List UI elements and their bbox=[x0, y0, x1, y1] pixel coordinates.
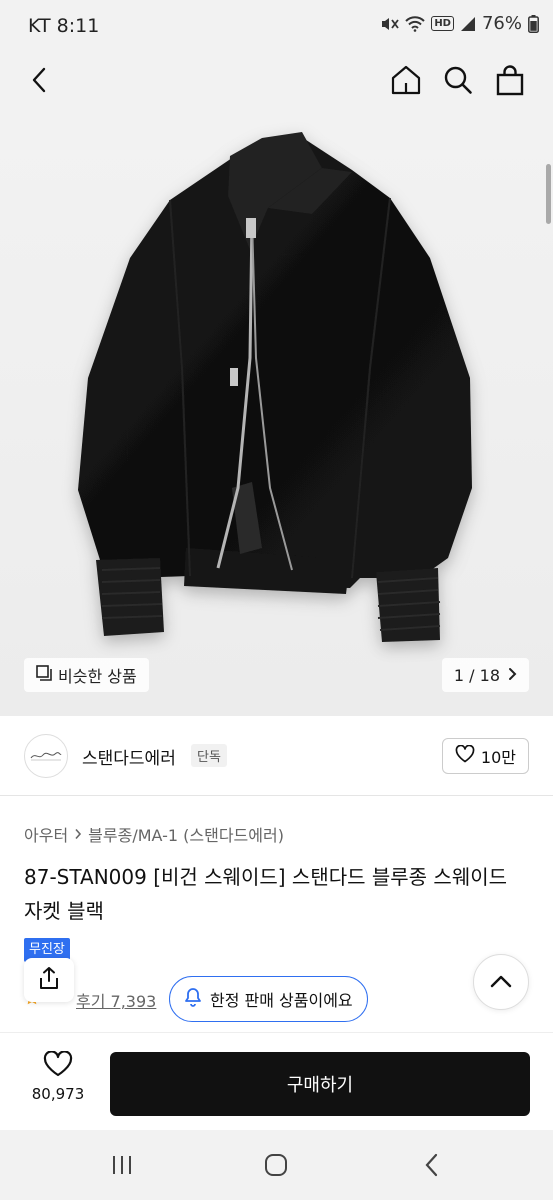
system-back-icon[interactable] bbox=[412, 1150, 452, 1180]
mute-vibrate-icon bbox=[379, 15, 400, 33]
cart-icon[interactable] bbox=[490, 60, 530, 100]
image-counter: 1 / 18 bbox=[453, 665, 500, 685]
share-button[interactable] bbox=[24, 958, 74, 1002]
system-nav-bar bbox=[0, 1130, 553, 1200]
status-bar: KT 8:11 HD 76% bbox=[0, 0, 553, 52]
top-nav bbox=[0, 52, 553, 108]
bell-icon bbox=[184, 987, 202, 1011]
carrier-time: KT 8:11 bbox=[28, 15, 100, 37]
breadcrumb-subcategory[interactable]: 블루종/MA-1 (스탠다드에러) bbox=[88, 822, 284, 846]
similar-products-button[interactable]: 비슷한 상품 bbox=[24, 658, 149, 692]
home-button-icon[interactable] bbox=[256, 1150, 296, 1180]
search-icon[interactable] bbox=[438, 60, 478, 100]
brand-like-button[interactable]: 10만 bbox=[441, 738, 529, 774]
heart-icon bbox=[43, 1050, 73, 1081]
scrollbar[interactable] bbox=[546, 164, 551, 224]
chevron-right-icon bbox=[508, 666, 517, 685]
similar-products-label: 비슷한 상품 bbox=[58, 667, 137, 686]
exclusive-tag: 단독 bbox=[191, 744, 227, 767]
wishlist-button[interactable]: 80,973 bbox=[22, 1050, 94, 1103]
chevron-up-icon bbox=[490, 973, 512, 992]
status-icons: HD 76% bbox=[379, 13, 539, 34]
scroll-top-button[interactable] bbox=[473, 954, 529, 1010]
brand-logo[interactable] bbox=[24, 734, 68, 778]
similar-products-icon bbox=[36, 665, 52, 685]
image-counter-button[interactable]: 1 / 18 bbox=[441, 658, 529, 692]
review-link[interactable]: 후기 7,393 bbox=[76, 988, 156, 1012]
back-icon[interactable] bbox=[20, 60, 60, 100]
brand-name[interactable]: 스탠다드에러 bbox=[82, 744, 176, 769]
product-title: 87-STAN009 [비건 스웨이드] 스탠다드 블루종 스웨이드 자켓 블랙 bbox=[24, 865, 508, 923]
battery-icon bbox=[528, 14, 539, 33]
recent-apps-icon[interactable] bbox=[102, 1150, 142, 1180]
breadcrumb-category[interactable]: 아우터 bbox=[24, 822, 68, 846]
buy-button[interactable]: 구매하기 bbox=[110, 1052, 530, 1116]
wishlist-count: 80,973 bbox=[31, 1085, 85, 1103]
brand-row: 스탠다드에러 단독 10만 bbox=[0, 716, 553, 796]
signal-icon bbox=[460, 16, 476, 32]
purchase-bar: 80,973 구매하기 bbox=[0, 1032, 553, 1130]
share-icon bbox=[38, 966, 60, 994]
limited-sale-label: 한정 판매 상품이에요 bbox=[210, 991, 353, 1010]
jacket-image bbox=[78, 132, 472, 642]
brand-like-count: 10만 bbox=[480, 748, 516, 767]
product-image[interactable] bbox=[0, 108, 553, 716]
hd-voice-icon: HD bbox=[431, 16, 454, 31]
wifi-icon bbox=[405, 15, 426, 32]
home-icon[interactable] bbox=[386, 60, 426, 100]
battery-percent: 76% bbox=[481, 13, 522, 34]
limited-sale-notice[interactable]: 한정 판매 상품이에요 bbox=[169, 976, 368, 1022]
chevron-right-icon bbox=[74, 825, 82, 844]
heart-icon bbox=[455, 744, 475, 767]
breadcrumb: 아우터 블루종/MA-1 (스탠다드에러) bbox=[24, 822, 284, 846]
